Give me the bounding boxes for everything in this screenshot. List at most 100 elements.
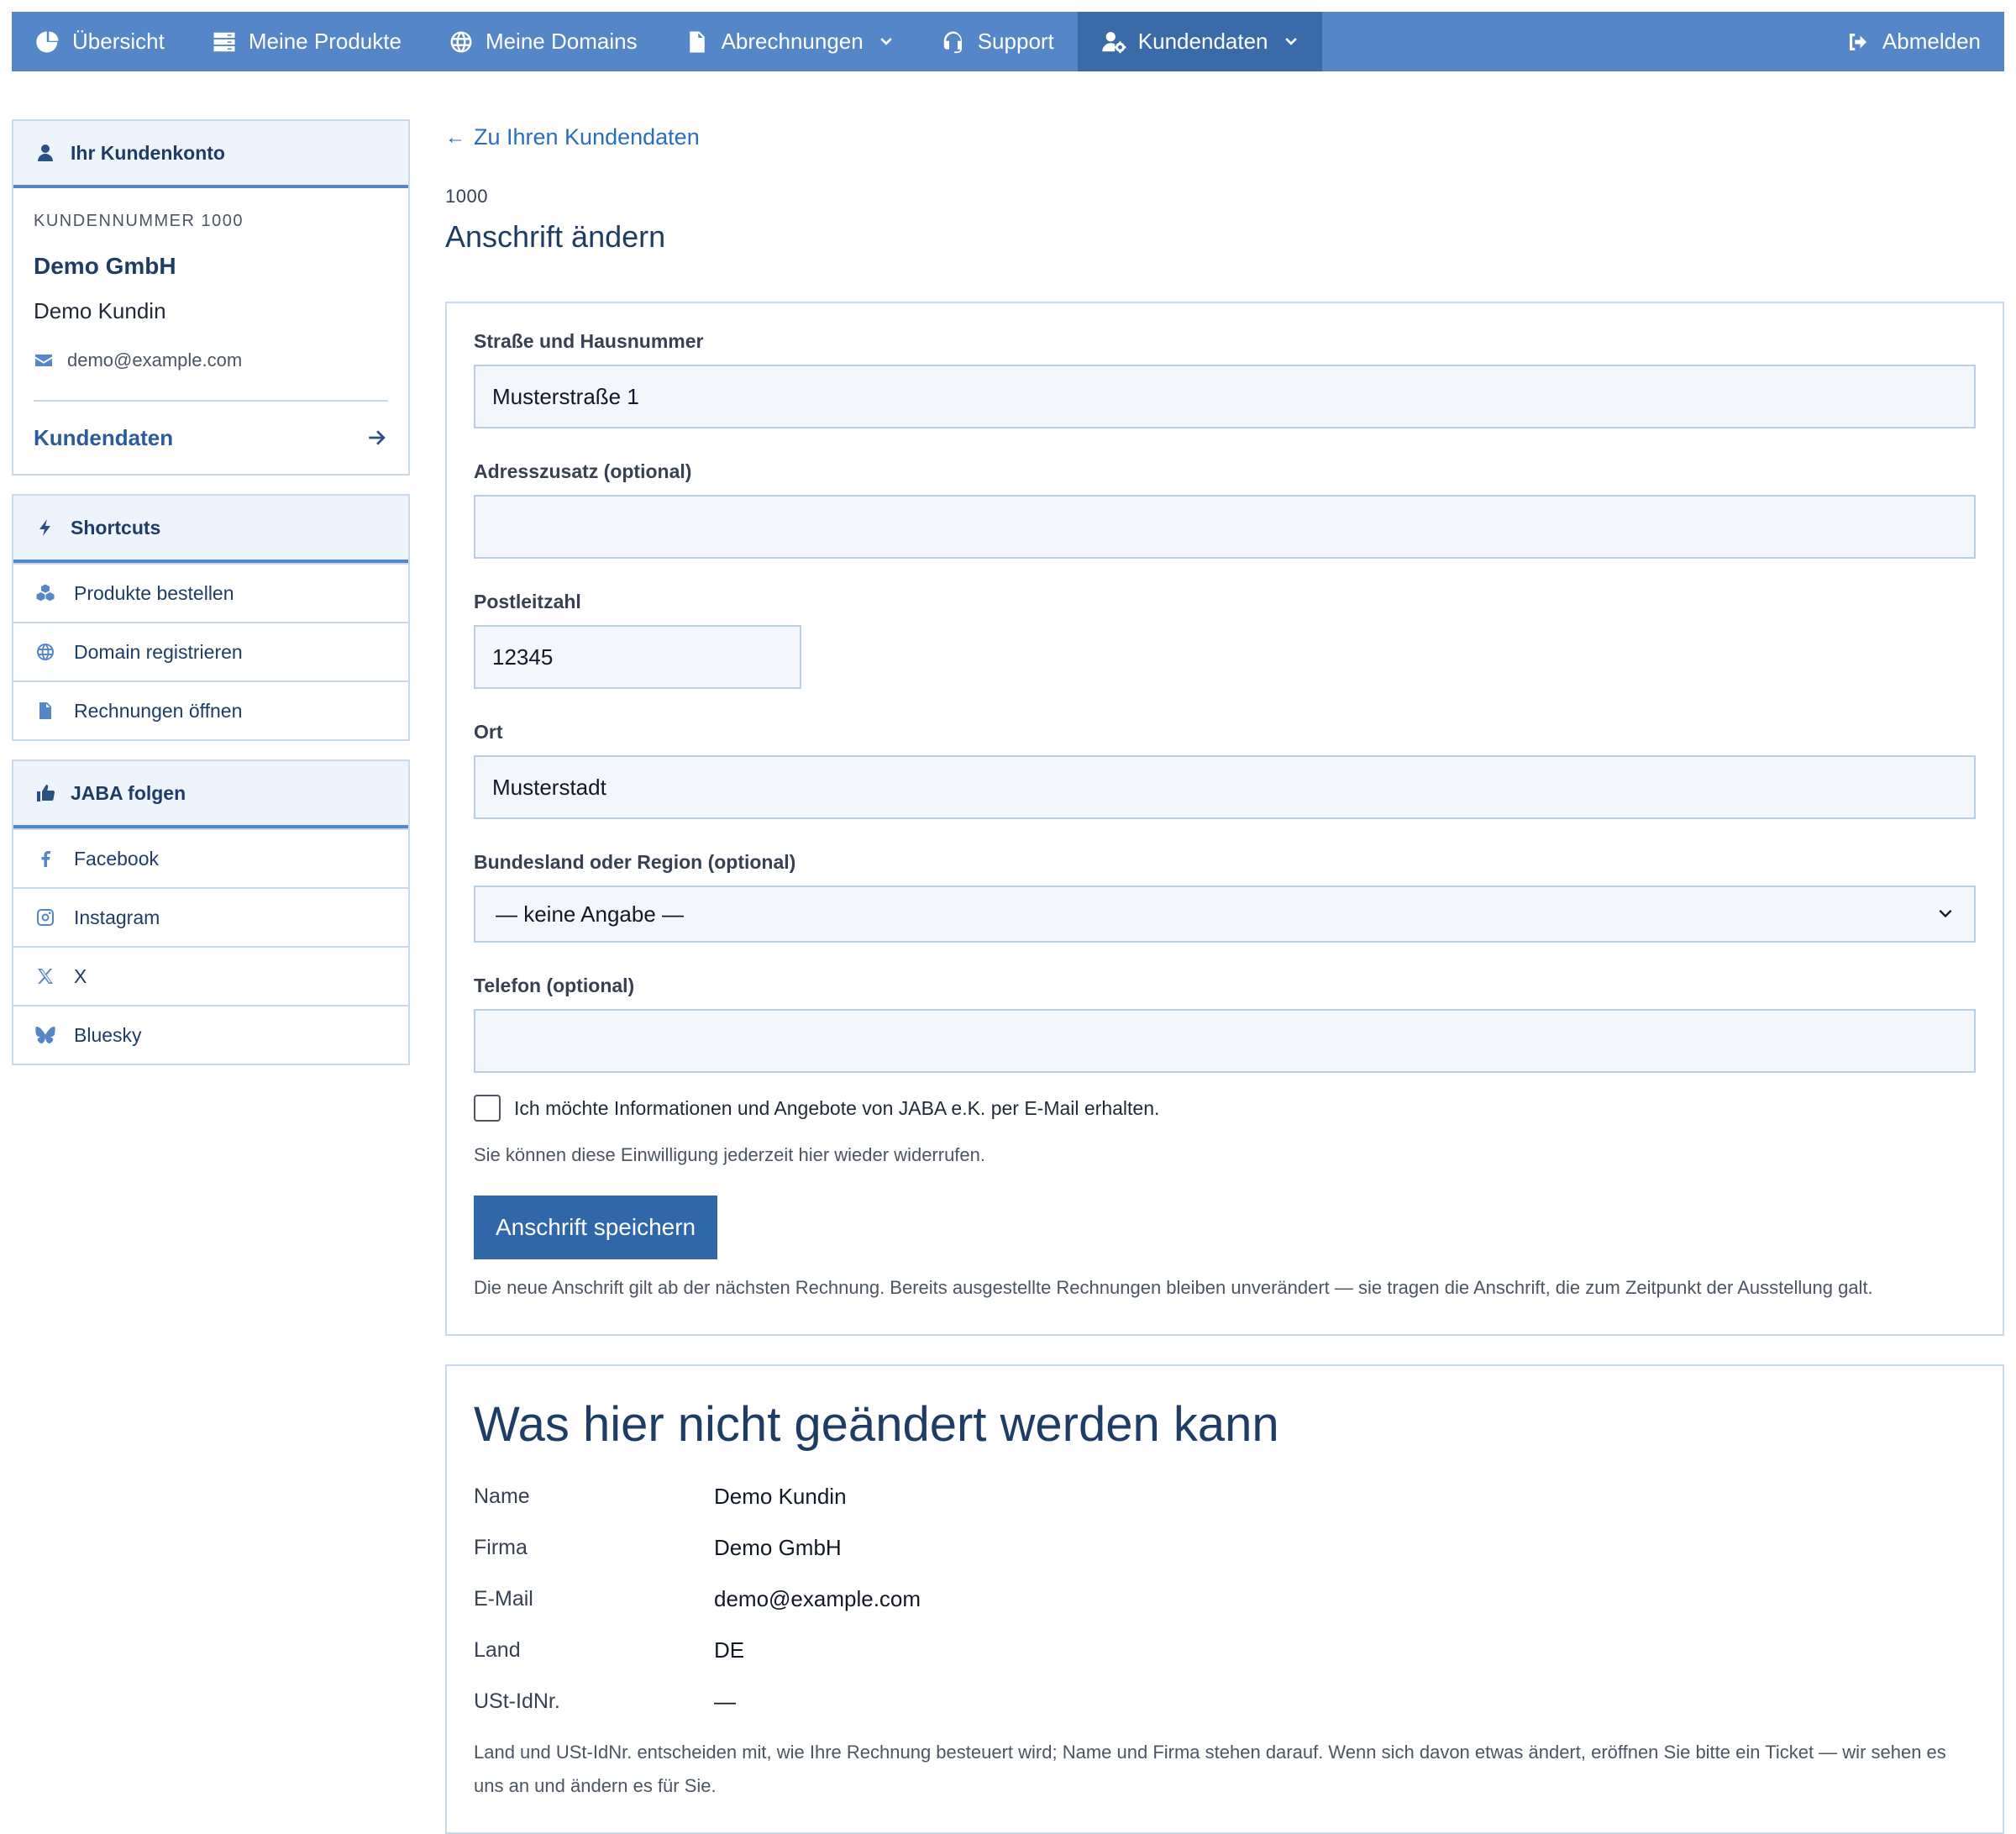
globe-icon: [37, 644, 54, 660]
account-card-header: Ihr Kundenkonto: [13, 121, 408, 188]
addr2-label: Adresszusatz (optional): [474, 460, 692, 482]
back-link-label: Zu Ihren Kundendaten: [474, 124, 700, 150]
follow-facebook[interactable]: Facebook: [13, 828, 408, 887]
newsletter-checkbox[interactable]: [474, 1095, 501, 1122]
chevron-down-icon: [1939, 910, 1952, 918]
customer-number: KUNDENNUMMER 1000: [34, 212, 244, 230]
facebook-icon: [41, 850, 50, 867]
region-label: Bundesland oder Region (optional): [474, 851, 796, 873]
sign-out-icon: [1849, 33, 1866, 50]
account-email-text: demo@example.com: [67, 349, 243, 370]
logout-label: Abmelden: [1882, 29, 1981, 54]
field-phone: Telefon (optional): [474, 975, 1976, 1073]
shortcuts-card-header: Shortcuts: [13, 496, 408, 563]
newsletter-consent[interactable]: Ich möchte Informationen und Angebote vo…: [474, 1095, 1976, 1122]
readonly-info-note: Land und USt-IdNr. entscheiden mit, wie …: [474, 1742, 1946, 1796]
follow-instagram[interactable]: Instagram: [13, 887, 408, 946]
zip-label: Postleitzahl: [474, 591, 581, 612]
chevron-down-icon: [1284, 37, 1297, 45]
street-label: Straße und Hausnummer: [474, 330, 704, 352]
info-key: Name: [474, 1485, 530, 1509]
kundendaten-link[interactable]: Kundendaten: [34, 402, 388, 474]
city-label: Ort: [474, 721, 503, 743]
nav-item-kundendaten[interactable]: Kundendaten: [1077, 12, 1322, 71]
nav-item-abrechnungen[interactable]: Abrechnungen: [661, 12, 917, 71]
nav-item-uebersicht[interactable]: Übersicht: [12, 12, 188, 71]
city-input[interactable]: Musterstadt: [474, 755, 1976, 819]
nav-label: Meine Produkte: [248, 29, 402, 54]
shortcut-label: Domain registrieren: [74, 640, 243, 663]
follow-label: X: [74, 964, 87, 987]
nav-item-meine-domains[interactable]: Meine Domains: [425, 12, 661, 71]
field-city: Ort Musterstadt: [474, 721, 1976, 819]
info-value: —: [714, 1689, 736, 1715]
follow-card: JABA folgen Facebook Instagram X Bluesky: [12, 759, 410, 1065]
thumbs-up-icon: [37, 785, 55, 801]
shortcuts-card: Shortcuts Produkte bestellen Domain regi…: [12, 494, 410, 741]
zip-input[interactable]: 12345: [474, 625, 801, 689]
arrow-right-icon: [369, 430, 386, 445]
addr2-input[interactable]: [474, 495, 1976, 559]
account-card-title: Ihr Kundenkonto: [71, 141, 225, 164]
shortcut-label: Produkte bestellen: [74, 581, 234, 604]
readonly-info-title: Was hier nicht geändert werden kann: [474, 1397, 1279, 1453]
nav-label: Abrechnungen: [721, 29, 864, 54]
follow-card-header: JABA folgen: [13, 761, 408, 828]
info-key: USt-IdNr.: [474, 1689, 560, 1714]
info-value: DE: [714, 1637, 745, 1663]
info-value: Demo Kundin: [714, 1484, 847, 1510]
phone-label: Telefon (optional): [474, 975, 635, 996]
shortcut-produkte-bestellen[interactable]: Produkte bestellen: [13, 563, 408, 622]
follow-label: Facebook: [74, 847, 160, 870]
nav-label: Meine Domains: [485, 29, 638, 54]
server-icon: [213, 32, 235, 51]
nav-label: Support: [977, 29, 1054, 54]
bolt-icon: [39, 519, 50, 536]
account-card-body: KUNDENNUMMER 1000 Demo GmbH Demo Kundin …: [13, 188, 408, 474]
document-icon: [689, 31, 705, 52]
follow-card-title: JABA folgen: [71, 781, 186, 804]
chart-pie-icon: [36, 31, 59, 52]
follow-label: Instagram: [74, 906, 160, 928]
follow-bluesky[interactable]: Bluesky: [13, 1005, 408, 1064]
field-street: Straße und Hausnummer Musterstraße 1: [474, 330, 1976, 428]
user-gear-icon: [1102, 31, 1126, 53]
info-key: Land: [474, 1638, 521, 1663]
sidebar: Ihr Kundenkonto KUNDENNUMMER 1000 Demo G…: [12, 119, 410, 1084]
main-content: ← Zu Ihren Kundendaten 1000 Anschrift än…: [445, 119, 2004, 1834]
shortcuts-card-title: Shortcuts: [71, 516, 161, 539]
customer-number-kicker: 1000: [445, 186, 488, 207]
page-title: Anschrift ändern: [445, 219, 666, 254]
follow-label: Bluesky: [74, 1023, 142, 1046]
readonly-info-panel: Was hier nicht geändert werden kann Name…: [445, 1364, 2004, 1834]
shortcut-rechnungen-oeffnen[interactable]: Rechnungen öffnen: [13, 681, 408, 739]
top-navigation: Übersicht Meine Produkte Meine Domains A…: [12, 12, 2004, 71]
field-addr2: Adresszusatz (optional): [474, 460, 1976, 559]
account-company: Demo GmbH: [34, 253, 176, 279]
phone-input[interactable]: [474, 1009, 1976, 1073]
region-select[interactable]: — keine Angabe —: [474, 885, 1976, 943]
envelope-icon: [35, 355, 52, 366]
nav-label: Übersicht: [72, 29, 165, 54]
info-row-firma: Firma Demo GmbH: [474, 1522, 1976, 1574]
save-address-button[interactable]: Anschrift speichern: [474, 1195, 718, 1259]
arrow-left-icon: ←: [445, 125, 465, 149]
info-key: E-Mail: [474, 1587, 533, 1611]
nav-item-meine-produkte[interactable]: Meine Produkte: [188, 12, 425, 71]
street-input[interactable]: Musterstraße 1: [474, 365, 1976, 428]
shortcut-domain-registrieren[interactable]: Domain registrieren: [13, 622, 408, 681]
nav-item-support[interactable]: Support: [917, 12, 1078, 71]
chevron-down-icon: [879, 37, 892, 45]
logout-button[interactable]: Abmelden: [1822, 12, 2004, 71]
back-to-kundendaten-link[interactable]: ← Zu Ihren Kundendaten: [445, 124, 700, 150]
info-value: Demo GmbH: [714, 1535, 842, 1561]
save-note: Die neue Anschrift gilt ab der nächsten …: [474, 1276, 1873, 1298]
x-icon: [38, 969, 53, 984]
address-form: Straße und Hausnummer Musterstraße 1 Adr…: [445, 302, 2004, 1337]
follow-x[interactable]: X: [13, 946, 408, 1005]
instagram-icon: [37, 909, 54, 926]
region-select-value: — keine Angabe —: [496, 901, 685, 927]
info-row-name: Name Demo Kundin: [474, 1471, 1976, 1522]
info-row-email: E-Mail demo@example.com: [474, 1574, 1976, 1625]
